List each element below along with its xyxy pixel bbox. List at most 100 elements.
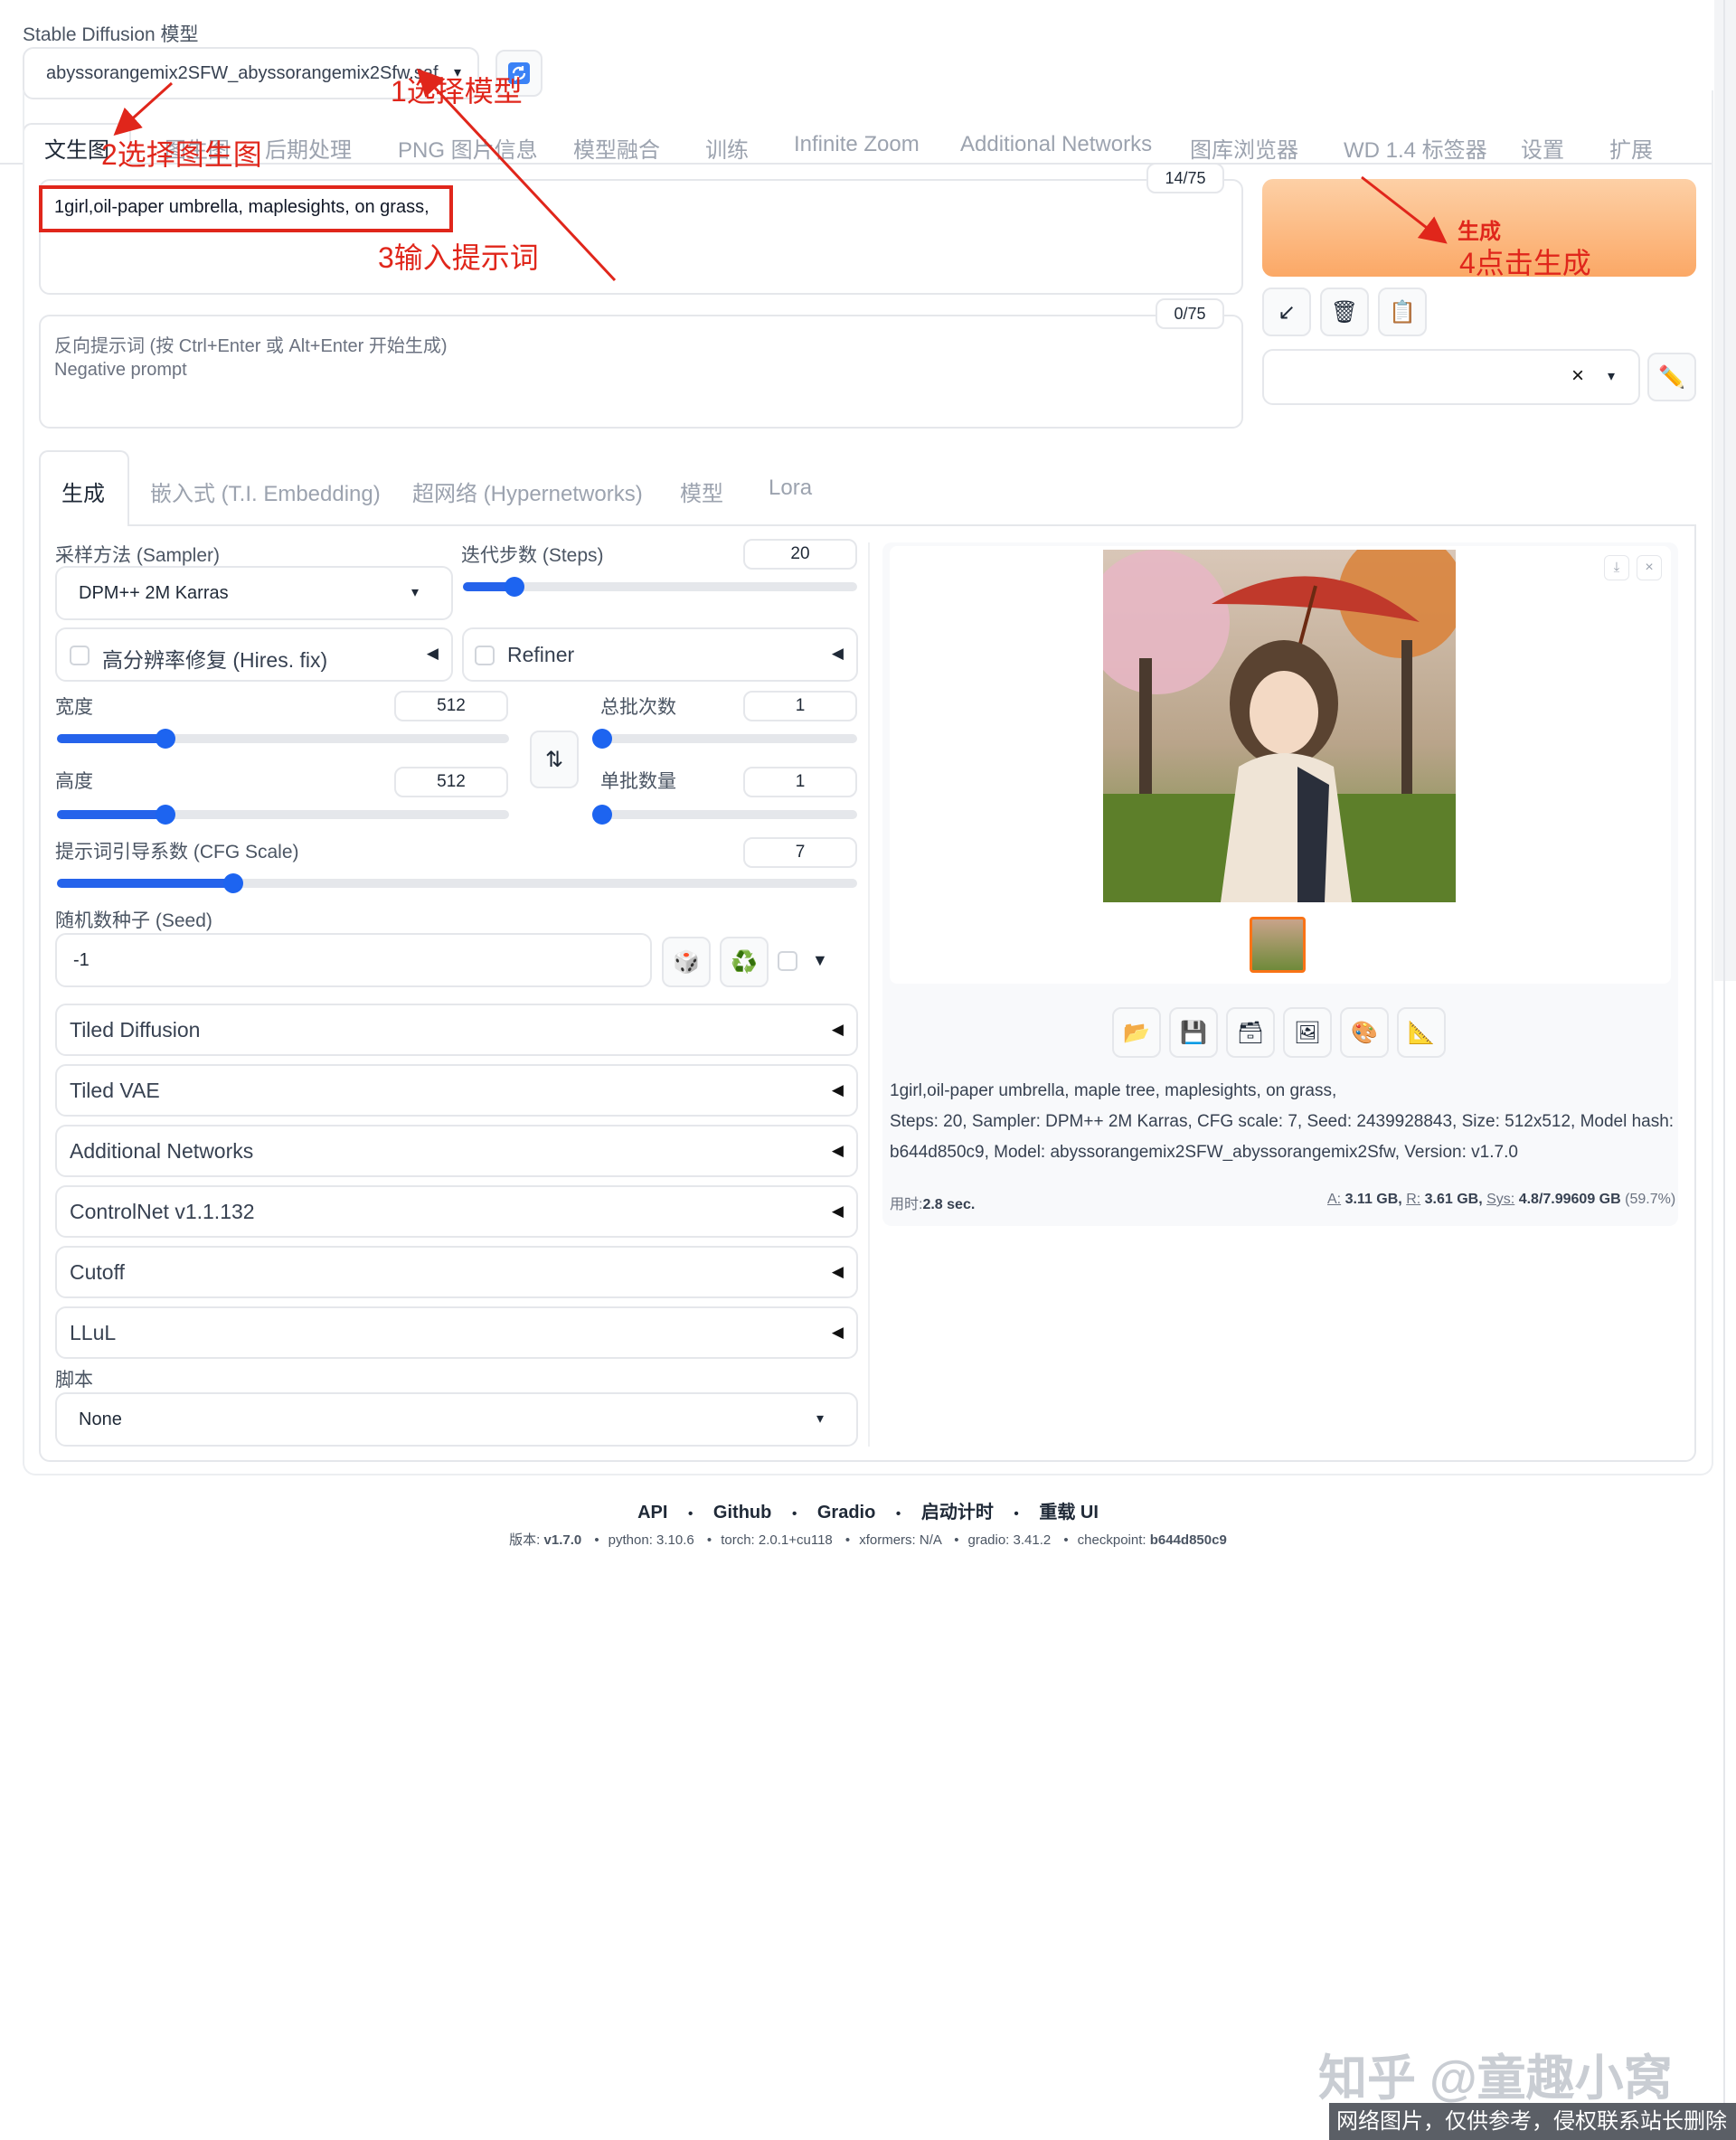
steps-slider[interactable] xyxy=(463,577,857,597)
send-to-img2img-button[interactable]: 🖼 xyxy=(1283,1007,1332,1058)
right-edge xyxy=(1723,0,1725,2140)
batch-count-input[interactable]: 1 xyxy=(743,691,857,721)
accordion-additional-networks[interactable]: Additional Networks ◀ xyxy=(55,1125,858,1177)
zip-button[interactable]: 🗃 xyxy=(1226,1007,1275,1058)
send-to-extras-button[interactable]: 📐 xyxy=(1397,1007,1446,1058)
hires-fix-label: 高分辨率修复 (Hires. fix) xyxy=(102,648,328,672)
clear-prompt-button[interactable]: 🗑 xyxy=(1320,288,1369,336)
subtab-generate[interactable]: 生成 xyxy=(61,476,105,507)
tab-merge[interactable]: 模型融合 xyxy=(573,132,660,164)
pencil-icon: ✏️ xyxy=(1658,364,1685,390)
arrow-down-left-icon: ↙ xyxy=(1277,299,1297,325)
generated-image[interactable] xyxy=(1103,550,1456,902)
tab-extensions[interactable]: 扩展 xyxy=(1609,132,1653,164)
annotation-enter-prompt: 3输入提示词 xyxy=(378,241,539,274)
close-icon[interactable]: × xyxy=(1637,555,1662,580)
tab-png-info[interactable]: PNG 图片信息 xyxy=(398,132,538,164)
footer-link-startup-profile[interactable]: 启动计时 xyxy=(921,1503,994,1523)
reuse-seed-button[interactable]: ♻️ xyxy=(720,937,769,987)
open-folder-button[interactable]: 📂 xyxy=(1112,1007,1161,1058)
steps-slider-thumb[interactable] xyxy=(504,577,524,597)
footer-link-api[interactable]: API xyxy=(637,1503,667,1523)
download-icon[interactable]: ⤓ xyxy=(1604,555,1629,580)
subtab-checkpoints[interactable]: 模型 xyxy=(680,476,723,507)
chevron-down-icon: ▾ xyxy=(1607,369,1615,384)
save-button[interactable]: 💾 xyxy=(1169,1007,1218,1058)
accordion-title: Additional Networks xyxy=(70,1139,254,1163)
time-value: 2.8 sec. xyxy=(922,1197,976,1212)
height-slider-thumb[interactable] xyxy=(156,805,175,825)
accordion-title: ControlNet v1.1.132 xyxy=(70,1200,255,1223)
extra-seed-toggle-icon[interactable]: ▼ xyxy=(812,951,828,970)
accordion-llul[interactable]: LLuL ◀ xyxy=(55,1306,858,1359)
hires-fix-checkbox[interactable] xyxy=(70,646,90,665)
subtab-embedding[interactable]: 嵌入式 (T.I. Embedding) xyxy=(150,476,381,507)
footer-link-github[interactable]: Github xyxy=(713,1503,771,1523)
hires-fix-accordion[interactable]: 高分辨率修复 (Hires. fix) ◀ xyxy=(55,627,453,682)
gallery-thumbnail[interactable] xyxy=(1250,917,1306,973)
paste-styles-button[interactable]: 📋 xyxy=(1378,288,1427,336)
extra-seed-checkbox[interactable] xyxy=(778,951,797,971)
seed-input[interactable]: -1 xyxy=(55,933,652,987)
sampler-value: DPM++ 2M Karras xyxy=(79,583,229,603)
batch-size-slider[interactable] xyxy=(592,805,857,825)
cfg-slider[interactable] xyxy=(57,873,857,893)
script-dropdown[interactable]: None ▾ xyxy=(55,1392,858,1447)
batch-size-input[interactable]: 1 xyxy=(743,767,857,797)
time-taken: 用时:2.8 sec. xyxy=(890,1192,975,1213)
random-seed-button[interactable]: 🎲 xyxy=(662,937,711,987)
refiner-accordion[interactable]: Refiner ◀ xyxy=(462,627,858,682)
height-label: 高度 xyxy=(55,771,93,792)
width-slider[interactable] xyxy=(57,729,509,749)
annotation-click-generate: 4点击生成 xyxy=(1459,247,1591,279)
scrollbar[interactable] xyxy=(1714,0,1736,981)
footer-link-reload-ui[interactable]: 重载 UI xyxy=(1039,1503,1099,1523)
batch-size-slider-thumb[interactable] xyxy=(592,805,612,825)
accordion-controlnet[interactable]: ControlNet v1.1.132 ◀ xyxy=(55,1185,858,1238)
refiner-checkbox[interactable] xyxy=(475,646,495,665)
tab-txt2img[interactable]: 文生图 xyxy=(44,132,109,164)
footer-link-gradio[interactable]: Gradio xyxy=(817,1503,875,1523)
subtab-hypernetworks[interactable]: 超网络 (Hypernetworks) xyxy=(412,476,643,507)
send-to-inpaint-button[interactable]: 🎨 xyxy=(1340,1007,1389,1058)
accordion-cutoff[interactable]: Cutoff ◀ xyxy=(55,1246,858,1298)
styles-dropdown[interactable]: × ▾ xyxy=(1262,349,1640,405)
xformers-version: xformers: N/A xyxy=(859,1532,942,1548)
edit-styles-button[interactable]: ✏️ xyxy=(1647,353,1696,401)
tab-extras[interactable]: 后期处理 xyxy=(265,132,352,164)
accordion-tiled-diffusion[interactable]: Tiled Diffusion ◀ xyxy=(55,1004,858,1056)
swap-dimensions-button[interactable]: ⇅ xyxy=(530,731,579,788)
height-slider[interactable] xyxy=(57,805,509,825)
tab-settings[interactable]: 设置 xyxy=(1521,132,1564,164)
gradio-version: gradio: 3.41.2 xyxy=(967,1532,1052,1548)
sampler-dropdown[interactable]: DPM++ 2M Karras ▾ xyxy=(55,566,453,620)
tab-wd-tagger[interactable]: WD 1.4 标签器 xyxy=(1344,132,1487,164)
cfg-input[interactable]: 7 xyxy=(743,837,857,868)
annotation-select-model: 1选择模型 xyxy=(391,75,523,108)
width-slider-thumb[interactable] xyxy=(156,729,175,749)
cfg-slider-thumb[interactable] xyxy=(222,873,243,893)
height-slider-fill xyxy=(57,810,165,819)
collapse-arrow-icon: ◀ xyxy=(831,1142,844,1159)
seed-label: 随机数种子 (Seed) xyxy=(55,910,212,931)
tab-train[interactable]: 训练 xyxy=(705,132,749,164)
width-input[interactable]: 512 xyxy=(394,691,508,721)
tab-infinite-zoom[interactable]: Infinite Zoom xyxy=(794,132,920,157)
prompt-token-counter: 14/75 xyxy=(1146,163,1224,193)
batch-count-slider[interactable] xyxy=(592,729,857,749)
batch-count-slider-thumb[interactable] xyxy=(592,729,612,749)
steps-input[interactable]: 20 xyxy=(743,539,857,570)
accordion-tiled-vae[interactable]: Tiled VAE ◀ xyxy=(55,1064,858,1117)
tab-gallery[interactable]: 图库浏览器 xyxy=(1190,132,1298,164)
subtab-lora[interactable]: Lora xyxy=(769,476,812,501)
mem-sys-label: Sys: xyxy=(1486,1192,1515,1207)
tab-additional-networks[interactable]: Additional Networks xyxy=(960,132,1152,157)
clear-icon[interactable]: × xyxy=(1571,363,1584,389)
read-params-button[interactable]: ↙ xyxy=(1262,288,1311,336)
generation-info-line1: 1girl,oil-paper umbrella, maple tree, ma… xyxy=(890,1081,1337,1100)
webui-page: Stable Diffusion 模型 abyssorangemix2SFW_a… xyxy=(0,0,1736,2140)
generation-info-line3: b644d850c9, Model: abyssorangemix2SFW_ab… xyxy=(890,1143,1518,1162)
panel-divider xyxy=(868,542,870,1447)
time-label: 用时: xyxy=(890,1197,923,1212)
height-input[interactable]: 512 xyxy=(394,767,508,797)
